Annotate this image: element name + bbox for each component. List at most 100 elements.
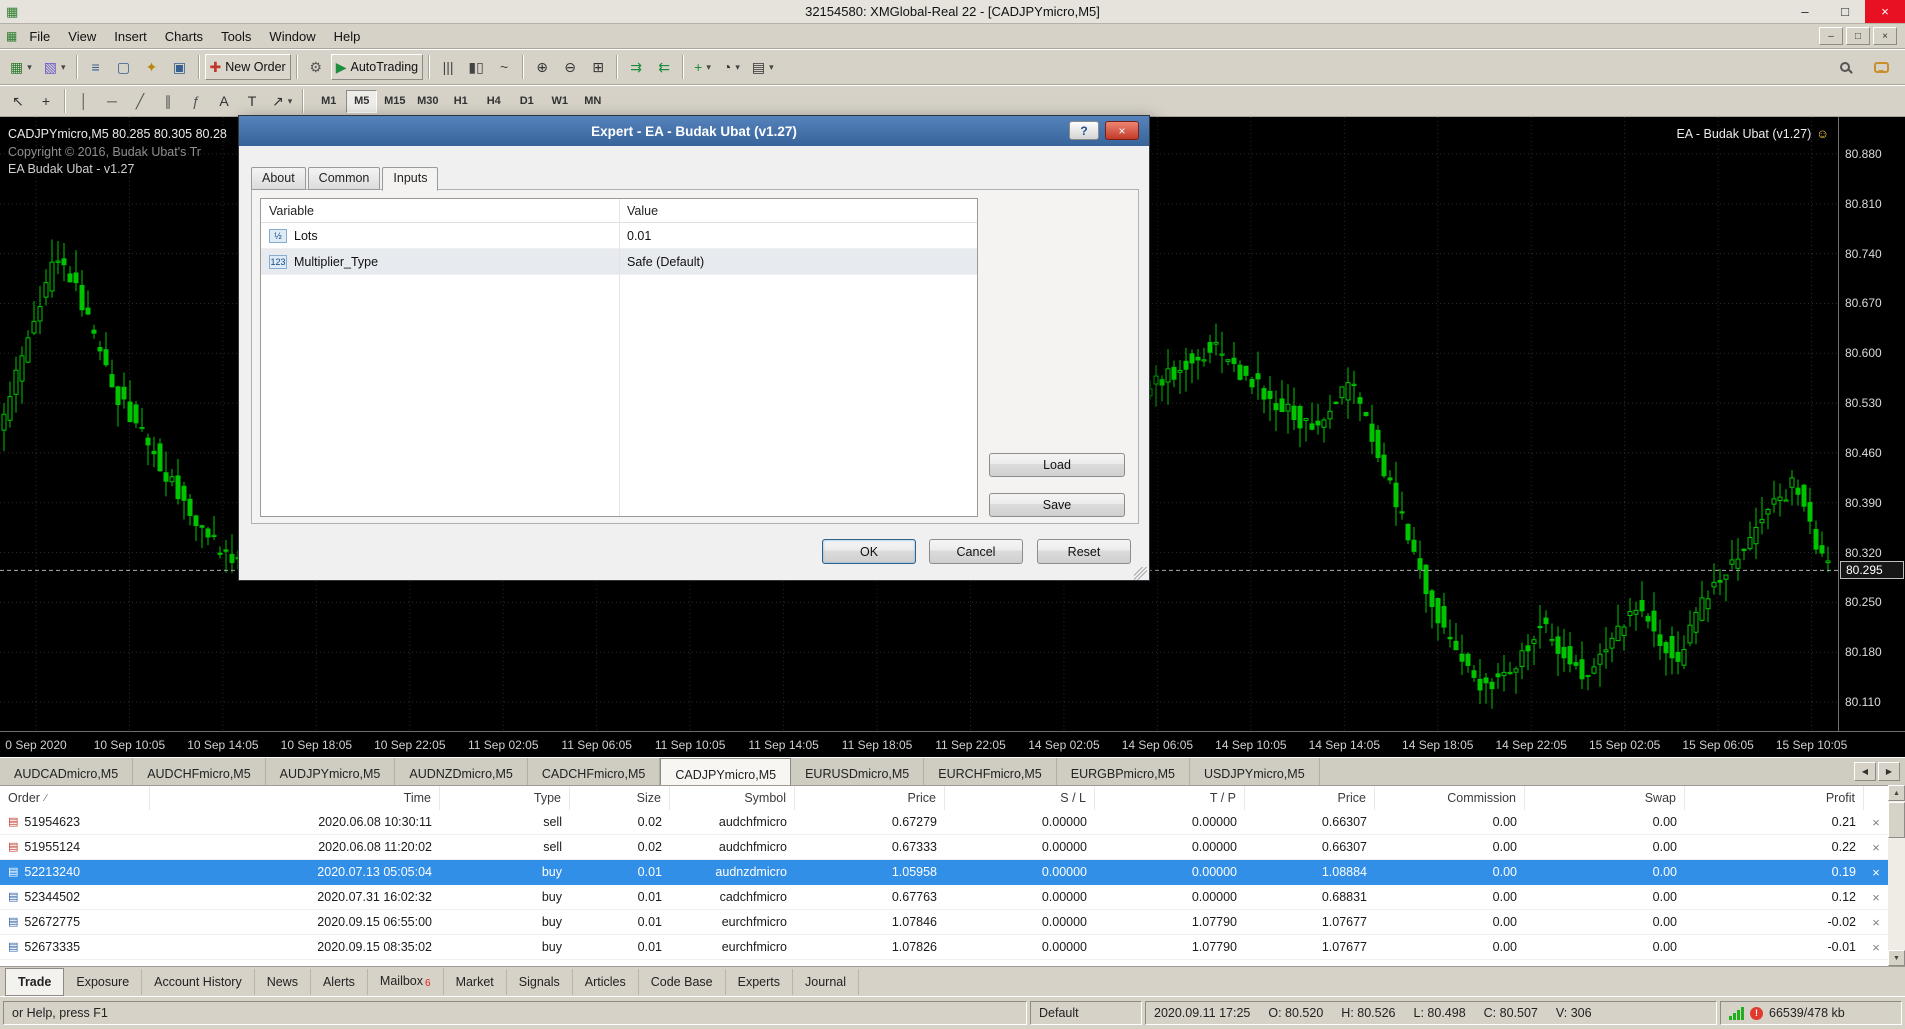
terminal-tab-code-base[interactable]: Code Base bbox=[639, 969, 726, 995]
scrollbar-thumb[interactable] bbox=[1888, 802, 1905, 838]
dialog-tab-about[interactable]: About bbox=[251, 167, 306, 190]
arrows-button[interactable]: ↗▾ bbox=[267, 88, 297, 114]
terminal-tab-exposure[interactable]: Exposure bbox=[64, 969, 142, 995]
cursor-button[interactable]: ↖ bbox=[5, 88, 31, 114]
menu-help[interactable]: Help bbox=[325, 26, 370, 47]
chart-shift-button[interactable]: ⇇ bbox=[651, 54, 677, 80]
tab-scroll-right-button[interactable]: ▶ bbox=[1878, 762, 1900, 781]
chart-tab-cadjpymicro-m5[interactable]: CADJPYmicro,M5 bbox=[660, 758, 791, 785]
dialog-tab-common[interactable]: Common bbox=[308, 167, 381, 190]
chart-tab-eurchfmicro-m5[interactable]: EURCHFmicro,M5 bbox=[924, 758, 1056, 785]
column-header-symbol[interactable]: Symbol bbox=[670, 786, 795, 810]
status-profile[interactable]: Default bbox=[1030, 1001, 1142, 1025]
templates-button[interactable]: ▤▾ bbox=[747, 54, 779, 80]
horizontal-line-button[interactable]: ─ bbox=[99, 88, 125, 114]
trade-row-52672775[interactable]: ▤526727752020.09.15 06:55:00buy0.01eurch… bbox=[0, 910, 1888, 935]
indicators-button[interactable]: +▾ bbox=[689, 54, 716, 80]
price-axis[interactable]: 80.295 80.88080.81080.74080.67080.60080.… bbox=[1838, 117, 1905, 731]
text-button[interactable]: A bbox=[211, 88, 237, 114]
trade-row-51954623[interactable]: ▤519546232020.06.08 10:30:11sell0.02audc… bbox=[0, 810, 1888, 835]
mdi-minimize-button[interactable]: – bbox=[1819, 27, 1843, 45]
dialog-close-button[interactable]: × bbox=[1105, 121, 1139, 140]
resize-grip[interactable] bbox=[1134, 567, 1147, 580]
menu-tools[interactable]: Tools bbox=[212, 26, 260, 47]
scroll-up-button[interactable]: ▲ bbox=[1888, 785, 1905, 801]
chart-tab-cadchfmicro-m5[interactable]: CADCHFmicro,M5 bbox=[528, 758, 660, 785]
chart-tab-usdjpymicro-m5[interactable]: USDJPYmicro,M5 bbox=[1190, 758, 1320, 785]
chart-candles-button[interactable]: ▮▯ bbox=[463, 54, 489, 80]
data-window-button[interactable]: ▢ bbox=[111, 54, 137, 80]
close-button[interactable]: × bbox=[1865, 0, 1905, 23]
crosshair-button[interactable]: + bbox=[33, 88, 59, 114]
timeframe-m30[interactable]: M30 bbox=[412, 90, 443, 113]
chart-tab-audjpymicro-m5[interactable]: AUDJPYmicro,M5 bbox=[266, 758, 396, 785]
column-header-swap[interactable]: Swap bbox=[1525, 786, 1685, 810]
zoom-out-button[interactable]: ⊖ bbox=[557, 54, 583, 80]
profiles-button[interactable]: ▧▾ bbox=[39, 54, 71, 80]
chart-tab-eurusdmicro-m5[interactable]: EURUSDmicro,M5 bbox=[791, 758, 924, 785]
column-header-type[interactable]: Type bbox=[440, 786, 570, 810]
trade-row-52673335[interactable]: ▤526733352020.09.15 08:35:02buy0.01eurch… bbox=[0, 935, 1888, 960]
column-header-t-p[interactable]: T / P bbox=[1095, 786, 1245, 810]
auto-scroll-button[interactable]: ⇉ bbox=[623, 54, 649, 80]
column-header-commission[interactable]: Commission bbox=[1375, 786, 1525, 810]
timeframe-m15[interactable]: M15 bbox=[379, 90, 410, 113]
save-button[interactable]: Save bbox=[989, 493, 1125, 517]
timeframe-m1[interactable]: M1 bbox=[313, 90, 344, 113]
menu-view[interactable]: View bbox=[59, 26, 105, 47]
dialog-tab-inputs[interactable]: Inputs bbox=[382, 167, 438, 191]
mdi-close-button[interactable]: × bbox=[1873, 27, 1897, 45]
tab-scroll-left-button[interactable]: ◀ bbox=[1854, 762, 1876, 781]
trade-row-52344502[interactable]: ▤523445022020.07.31 16:02:32buy0.01cadch… bbox=[0, 885, 1888, 910]
chart-tab-audchfmicro-m5[interactable]: AUDCHFmicro,M5 bbox=[133, 758, 265, 785]
search-button[interactable] bbox=[1832, 54, 1858, 80]
navigator-button[interactable]: ✦ bbox=[139, 54, 165, 80]
column-header-size[interactable]: Size bbox=[570, 786, 670, 810]
timeframe-h1[interactable]: H1 bbox=[445, 90, 476, 113]
timeframe-mn[interactable]: MN bbox=[577, 90, 608, 113]
column-header-s-l[interactable]: S / L bbox=[945, 786, 1095, 810]
chart-tab-eurgbpmicro-m5[interactable]: EURGBPmicro,M5 bbox=[1057, 758, 1190, 785]
mdi-restore-button[interactable]: □ bbox=[1846, 27, 1870, 45]
ok-button[interactable]: OK bbox=[822, 539, 916, 564]
time-axis[interactable]: 0 Sep 202010 Sep 10:0510 Sep 14:0510 Sep… bbox=[0, 731, 1905, 757]
menu-file[interactable]: File bbox=[20, 26, 59, 47]
column-header-price[interactable]: Price bbox=[1245, 786, 1375, 810]
vertical-line-button[interactable]: │ bbox=[71, 88, 97, 114]
chart-line-button[interactable]: ~ bbox=[491, 54, 517, 80]
terminal-button[interactable]: ▣ bbox=[167, 54, 193, 80]
terminal-tab-experts[interactable]: Experts bbox=[726, 969, 793, 995]
terminal-tab-articles[interactable]: Articles bbox=[573, 969, 639, 995]
terminal-tab-account-history[interactable]: Account History bbox=[142, 969, 255, 995]
cancel-button[interactable]: Cancel bbox=[929, 539, 1023, 564]
fibonacci-button[interactable]: ƒ bbox=[183, 88, 209, 114]
terminal-tab-mailbox[interactable]: Mailbox6 bbox=[368, 968, 444, 995]
close-position-button[interactable]: × bbox=[1864, 940, 1888, 955]
terminal-tab-signals[interactable]: Signals bbox=[507, 969, 573, 995]
column-header-price[interactable]: Price bbox=[795, 786, 945, 810]
dialog-titlebar[interactable]: Expert - EA - Budak Ubat (v1.27) ? × bbox=[239, 116, 1149, 146]
column-header-profit[interactable]: Profit bbox=[1685, 786, 1864, 810]
close-position-button[interactable]: × bbox=[1864, 840, 1888, 855]
close-position-button[interactable]: × bbox=[1864, 865, 1888, 880]
menu-window[interactable]: Window bbox=[260, 26, 324, 47]
terminal-tab-news[interactable]: News bbox=[255, 969, 311, 995]
close-position-button[interactable]: × bbox=[1864, 815, 1888, 830]
text-label-button[interactable]: T bbox=[239, 88, 265, 114]
column-header-order[interactable]: Order∕ bbox=[0, 786, 150, 810]
chart-tab-audnzdmicro-m5[interactable]: AUDNZDmicro,M5 bbox=[395, 758, 527, 785]
terminal-tab-journal[interactable]: Journal bbox=[793, 969, 859, 995]
minimize-button[interactable]: – bbox=[1785, 0, 1825, 23]
timeframe-d1[interactable]: D1 bbox=[511, 90, 542, 113]
menu-charts[interactable]: Charts bbox=[156, 26, 212, 47]
autotrading-button[interactable]: ▶AutoTrading bbox=[331, 54, 423, 80]
terminal-tab-trade[interactable]: Trade bbox=[5, 968, 64, 996]
expert-advisors-button[interactable]: ⚙ bbox=[303, 54, 329, 80]
timeframe-m5[interactable]: M5 bbox=[346, 90, 377, 113]
tile-windows-button[interactable]: ⊞ bbox=[585, 54, 611, 80]
chart-bars-button[interactable]: ||| bbox=[435, 54, 461, 80]
load-button[interactable]: Load bbox=[989, 453, 1125, 477]
trade-row-52213240[interactable]: ▤522132402020.07.13 05:05:04buy0.01audnz… bbox=[0, 860, 1888, 885]
chart-tab-audcadmicro-m5[interactable]: AUDCADmicro,M5 bbox=[0, 758, 133, 785]
trade-table-scrollbar[interactable]: ▲ ▼ bbox=[1888, 785, 1905, 966]
